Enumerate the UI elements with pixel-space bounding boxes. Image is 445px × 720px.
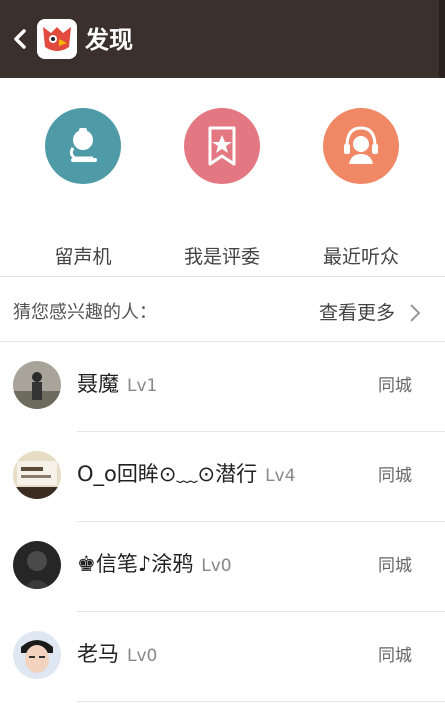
feature-label: 我是评委 bbox=[183, 246, 260, 268]
user-location: 同城 bbox=[378, 646, 412, 666]
row-divider bbox=[77, 701, 445, 702]
user-level: Lv0 bbox=[127, 646, 158, 666]
feature-gramophone[interactable]: 留声机 bbox=[8, 108, 158, 268]
user-level: Lv0 bbox=[201, 556, 232, 576]
scrollbar-edge bbox=[439, 0, 445, 78]
user-row[interactable]: 聂魔 Lv1 同城 bbox=[0, 342, 445, 432]
user-name: O_o回眸⊙﹏⊙潜行 Lv4 bbox=[77, 462, 296, 486]
app-logo bbox=[37, 19, 77, 59]
chevron-left-icon bbox=[14, 29, 26, 49]
top-bar: 发现 bbox=[0, 0, 445, 78]
ribbon-star-icon bbox=[184, 108, 260, 184]
user-location: 同城 bbox=[378, 376, 412, 396]
feature-label: 留声机 bbox=[54, 246, 112, 268]
headset-user-icon bbox=[323, 108, 399, 184]
avatar[interactable] bbox=[13, 631, 61, 679]
page-title: 发现 bbox=[85, 26, 133, 54]
see-more-link[interactable]: 查看更多 bbox=[319, 298, 395, 325]
chevron-right-icon[interactable] bbox=[409, 303, 421, 323]
feature-label: 最近听众 bbox=[322, 246, 399, 268]
back-button[interactable] bbox=[8, 20, 34, 58]
suggested-people-header: 猜您感兴趣的人： 查看更多 bbox=[0, 278, 445, 342]
avatar[interactable] bbox=[13, 541, 61, 589]
user-row[interactable]: ♚信笔♪涂鸦 Lv0 同城 bbox=[0, 522, 445, 612]
feature-judge[interactable]: 我是评委 bbox=[147, 108, 297, 268]
user-location: 同城 bbox=[378, 556, 412, 576]
user-level: Lv4 bbox=[265, 466, 296, 486]
user-level: Lv1 bbox=[127, 376, 158, 396]
feature-grid: 留声机 我是评委 最近听众 bbox=[0, 78, 445, 276]
section-divider bbox=[0, 276, 445, 277]
user-row[interactable]: O_o回眸⊙﹏⊙潜行 Lv4 同城 bbox=[0, 432, 445, 522]
microscope-icon bbox=[45, 108, 121, 184]
avatar[interactable] bbox=[13, 361, 61, 409]
suggested-people-title: 猜您感兴趣的人： bbox=[13, 302, 157, 323]
feature-recent-listeners[interactable]: 最近听众 bbox=[286, 108, 436, 268]
user-name: 聂魔 Lv1 bbox=[77, 372, 158, 396]
user-row[interactable]: 老马 Lv0 同城 bbox=[0, 612, 445, 702]
avatar[interactable] bbox=[13, 451, 61, 499]
user-name: 老马 Lv0 bbox=[77, 642, 158, 666]
user-name: ♚信笔♪涂鸦 Lv0 bbox=[77, 552, 232, 576]
user-location: 同城 bbox=[378, 466, 412, 486]
